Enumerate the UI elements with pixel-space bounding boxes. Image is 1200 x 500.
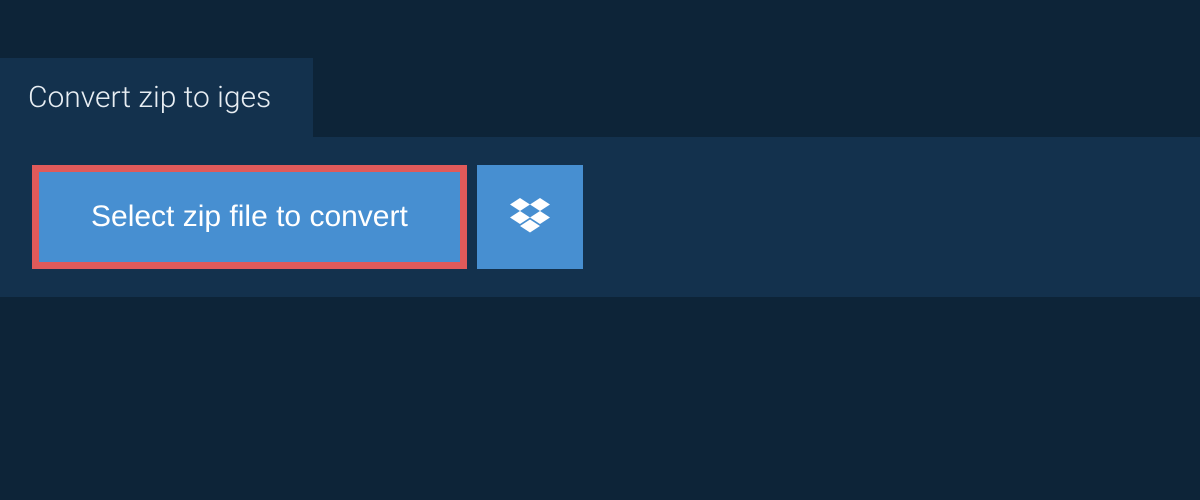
tab-header: Convert zip to iges [0,58,313,137]
select-file-button[interactable]: Select zip file to convert [39,172,460,262]
page-title: Convert zip to iges [28,80,271,115]
button-row: Select zip file to convert [32,165,1168,269]
dropbox-button[interactable] [477,165,583,269]
select-file-highlight: Select zip file to convert [32,165,467,269]
main-panel: Select zip file to convert [0,137,1200,297]
dropbox-icon [510,198,550,237]
